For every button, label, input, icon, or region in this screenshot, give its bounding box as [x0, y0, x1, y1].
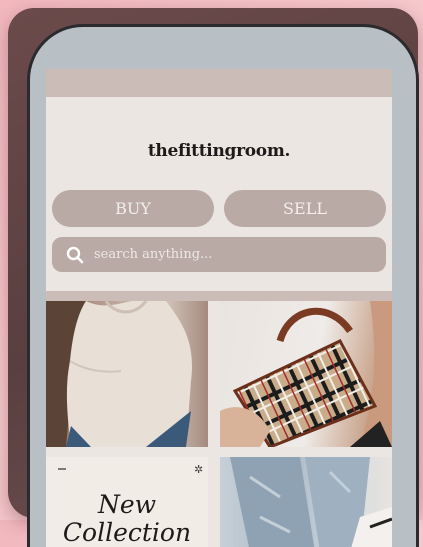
sell-button[interactable]: SELL: [224, 190, 386, 227]
new-collection-text: New Collection: [62, 490, 192, 547]
app-screen: thefittingroom. BUY SELL search anything…: [46, 69, 392, 547]
plaid-bag-image: [220, 301, 392, 447]
decor-star-icon: ✲: [58, 463, 203, 476]
buy-button[interactable]: BUY: [52, 190, 214, 227]
svg-text:✲: ✲: [194, 463, 203, 476]
search-bar[interactable]: [52, 237, 386, 272]
section-divider: [46, 291, 392, 301]
product-tile-plaid-bag[interactable]: [220, 301, 392, 447]
search-input[interactable]: [94, 237, 374, 272]
product-tile-denim[interactable]: [220, 457, 392, 547]
search-icon: [66, 246, 84, 264]
denim-image: [230, 457, 392, 547]
phone-frame: thefittingroom. BUY SELL search anything…: [27, 24, 419, 547]
status-bar: [46, 69, 392, 97]
product-tile-white-top[interactable]: [46, 301, 208, 447]
brand-logo: thefittingroom.: [147, 141, 291, 161]
promo-tile-new-collection[interactable]: ✲ New Collection: [46, 457, 208, 547]
white-top-image: [46, 301, 192, 447]
